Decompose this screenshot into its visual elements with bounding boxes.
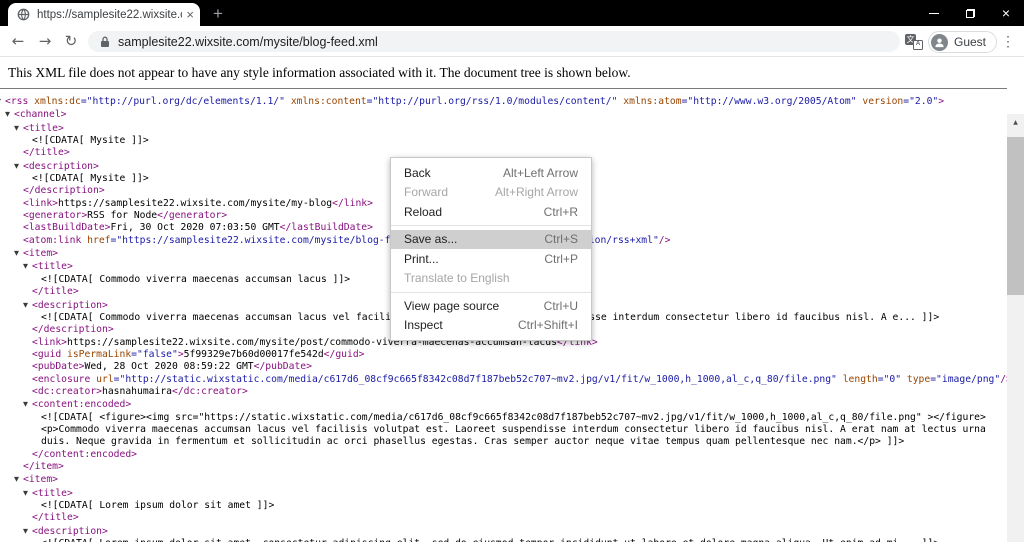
collapse-arrow-icon[interactable]: ▼ (5, 108, 14, 120)
lock-icon[interactable] (100, 36, 110, 48)
collapse-arrow-icon[interactable]: ▼ (23, 487, 32, 499)
xml-line: <enclosure url="http://static.wixstatic.… (32, 373, 1007, 385)
titlebar: https://samplesite22.wixsite.com/ × + × (0, 0, 1024, 26)
menu-item-label: View page source (404, 298, 500, 313)
translate-icon[interactable]: 文 A (905, 34, 923, 50)
menu-item-label: Inspect (404, 318, 443, 333)
context-menu-item-translate-to-english: Translate to English (391, 269, 591, 289)
xml-line: ▼ <content:encoded> (23, 398, 132, 411)
menu-item-shortcut: Ctrl+U (543, 298, 578, 313)
context-menu-item-back[interactable]: Back Alt+Left Arrow (391, 163, 591, 183)
xml-line: ▼ <channel> (5, 108, 67, 121)
restore-icon (965, 8, 975, 18)
avatar-icon (931, 33, 948, 51)
menu-item-label: Save as... (404, 232, 458, 247)
globe-favicon (17, 8, 30, 21)
xml-line: ▼ <item> (14, 473, 58, 486)
context-menu: Back Alt+Left Arrow Forward Alt+Right Arrow… (390, 157, 592, 341)
xml-line: <![CDATA[ Mysite ]]> (32, 135, 149, 147)
profile-name: Guest (954, 35, 987, 49)
collapse-arrow-icon[interactable]: ▼ (14, 473, 23, 485)
scrollbar-thumb[interactable] (1007, 137, 1024, 295)
context-menu-item-inspect[interactable]: Inspect Ctrl+Shift+I (391, 316, 591, 336)
xml-notice: This XML file does not appear to have an… (8, 65, 631, 80)
xml-line: duis. Neque gravida in fermentum et soll… (41, 436, 905, 448)
menu-item-shortcut: Ctrl+R (543, 204, 578, 219)
menu-item-label: Reload (404, 204, 443, 219)
notice-divider (0, 88, 1007, 89)
context-menu-separator (391, 225, 591, 226)
xml-line: ▼ <title> (23, 487, 73, 499)
menu-item-label: Back (404, 165, 431, 180)
forward-button[interactable]: → (34, 32, 56, 52)
context-menu-item-reload[interactable]: Reload Ctrl+R (391, 202, 591, 222)
menu-item-shortcut: Ctrl+S (544, 232, 578, 247)
menu-item-label: Forward (404, 185, 449, 200)
xml-line: <![CDATA[ Lorem ipsum dolor sit amet ]]> (41, 500, 275, 511)
collapse-arrow-icon[interactable]: ▼ (23, 260, 32, 272)
xml-line: ▼<rss xmlns:dc="http://purl.org/dc/eleme… (0, 95, 1007, 108)
xml-line: </content:encoded> (32, 448, 137, 460)
browser-tab[interactable]: https://samplesite22.wixsite.com/ × (8, 3, 200, 26)
address-bar[interactable]: samplesite22.wixsite.com/mysite/blog-fee… (88, 31, 900, 52)
profile-chip[interactable]: Guest (928, 31, 998, 53)
xml-line: </item> (23, 460, 64, 472)
context-menu-item-save-as[interactable]: Save as... Ctrl+S (391, 229, 591, 249)
context-menu-item-forward: Forward Alt+Right Arrow (391, 183, 591, 203)
restore-button[interactable] (952, 0, 988, 26)
context-menu-separator (391, 291, 591, 293)
back-button[interactable]: ← (7, 32, 29, 52)
minimize-button[interactable] (916, 0, 952, 26)
browser-menu-button[interactable]: ⋮ (1000, 33, 1016, 51)
context-menu-item-view-page-source[interactable]: View page source Ctrl+U (391, 296, 591, 316)
close-icon: × (1001, 5, 1011, 21)
menu-item-shortcut: Alt+Right Arrow (494, 185, 578, 200)
menu-item-label: Translate to English (404, 271, 510, 286)
translate-icon-sub: A (913, 40, 923, 50)
xml-line: <dc:creator>hasnahumaira</dc:creator> (32, 385, 248, 397)
xml-line: <pubDate>Wed, 28 Oct 2020 08:59:22 GMT</… (32, 361, 312, 373)
minimize-icon (929, 12, 939, 14)
scrollbar[interactable]: ▲ ▼ (1007, 114, 1024, 542)
new-tab-button[interactable]: + (206, 3, 230, 26)
xml-line: ▼ <description> (23, 525, 108, 537)
collapse-arrow-icon[interactable]: ▼ (23, 525, 32, 537)
scroll-up-button[interactable]: ▲ (1007, 114, 1024, 131)
collapse-arrow-icon[interactable]: ▼ (23, 299, 32, 311)
menu-item-label: Print... (404, 251, 439, 266)
url-text: samplesite22.wixsite.com/mysite/blog-fee… (118, 34, 378, 49)
xml-line: <![CDATA[ Lorem ipsum dolor sit amet, co… (0, 538, 1007, 542)
browser-window: https://samplesite22.wixsite.com/ × + × … (0, 0, 1024, 542)
xml-line: <p>Commodo viverra maecenas accumsan lac… (41, 423, 986, 435)
collapse-arrow-icon[interactable]: ▼ (23, 398, 32, 410)
menu-item-shortcut: Ctrl+Shift+I (517, 318, 578, 333)
window-controls: × (916, 0, 1024, 26)
menu-item-shortcut: Ctrl+P (544, 251, 578, 266)
xml-line: </title> (32, 512, 79, 524)
tab-close-icon[interactable]: × (186, 8, 194, 21)
xml-line: <guid isPermaLink="false">5f99329e7b60d0… (32, 348, 365, 360)
xml-line: ▼ <title> (14, 122, 64, 134)
menu-item-shortcut: Alt+Left Arrow (502, 165, 578, 180)
reload-button[interactable]: ↻ (60, 32, 82, 52)
collapse-arrow-icon[interactable]: ▼ (14, 247, 23, 259)
close-button[interactable]: × (988, 0, 1024, 26)
tab-title: https://samplesite22.wixsite.com/ (37, 8, 182, 21)
collapse-arrow-icon[interactable]: ▼ (14, 160, 23, 172)
context-menu-item-print[interactable]: Print... Ctrl+P (391, 249, 591, 269)
xml-line: <![CDATA[ <figure><img src="https://stat… (41, 411, 986, 423)
collapse-arrow-icon[interactable]: ▼ (14, 122, 23, 134)
